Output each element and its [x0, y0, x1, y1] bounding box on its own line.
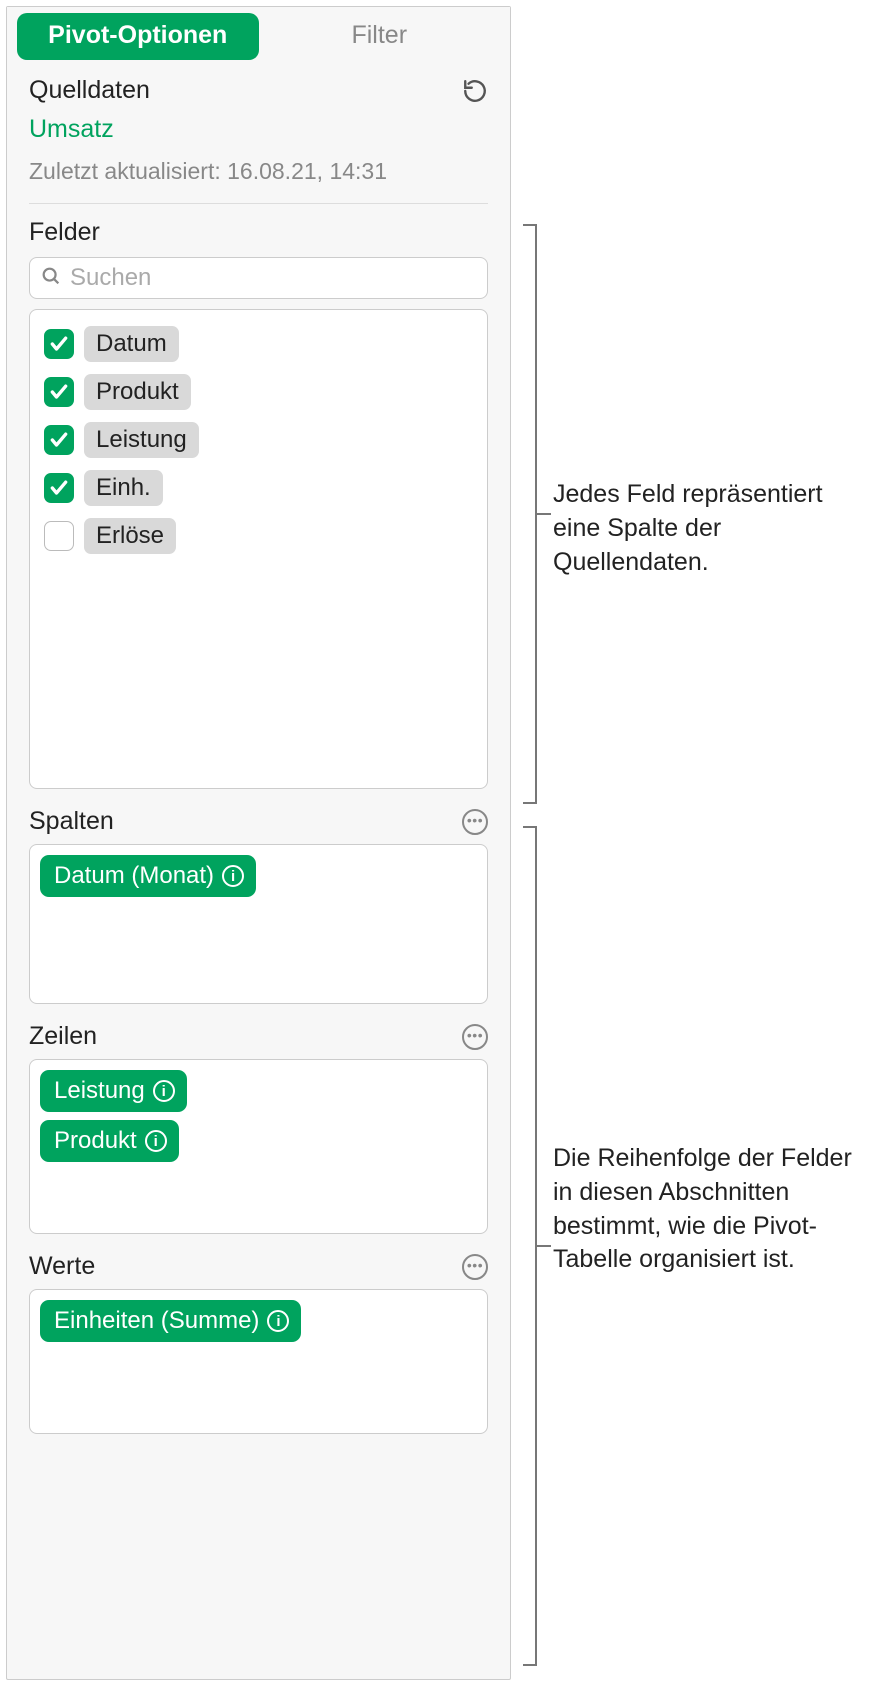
value-pill[interactable]: Einheiten (Summe) i — [40, 1300, 301, 1342]
annotation-sections: Die Reihenfolge der Felder in diesen Abs… — [553, 1142, 872, 1277]
pivot-inspector-panel: Pivot-Optionen Filter Quelldaten Umsatz … — [6, 6, 511, 1680]
pill-label: Leistung — [54, 1077, 145, 1105]
rows-heading: Zeilen — [29, 1022, 97, 1051]
search-icon — [40, 265, 62, 292]
values-well[interactable]: Einheiten (Summe) i — [29, 1289, 488, 1434]
columns-well[interactable]: Datum (Monat) i — [29, 844, 488, 1004]
info-icon[interactable]: i — [153, 1080, 175, 1102]
tab-filter[interactable]: Filter — [259, 13, 501, 60]
annotation-fields: Jedes Feld repräsentiert eine Spalte der… — [553, 478, 872, 579]
field-item[interactable]: Leistung — [40, 416, 477, 464]
columns-section: Spalten ••• Datum (Monat) i — [7, 807, 510, 1004]
tab-pivot-options[interactable]: Pivot-Optionen — [17, 13, 259, 60]
values-heading: Werte — [29, 1252, 95, 1281]
source-section: Quelldaten Umsatz Zuletzt aktualisiert: … — [7, 60, 510, 789]
field-label[interactable]: Einh. — [84, 470, 163, 506]
values-section: Werte ••• Einheiten (Summe) i — [7, 1252, 510, 1456]
refresh-icon[interactable] — [462, 78, 488, 104]
pill-label: Datum (Monat) — [54, 862, 214, 890]
field-item[interactable]: Einh. — [40, 464, 477, 512]
field-item[interactable]: Produkt — [40, 368, 477, 416]
annotation-lead — [537, 513, 551, 515]
inspector-tabs: Pivot-Optionen Filter — [7, 7, 510, 60]
row-pill[interactable]: Produkt i — [40, 1120, 179, 1162]
bracket-fields — [523, 224, 537, 804]
info-icon[interactable]: i — [145, 1130, 167, 1152]
fields-list: Datum Produkt Leistung Einh. — [29, 309, 488, 789]
info-icon[interactable]: i — [267, 1310, 289, 1332]
field-label[interactable]: Leistung — [84, 422, 199, 458]
columns-heading: Spalten — [29, 807, 114, 836]
last-updated-text: Zuletzt aktualisiert: 16.08.21, 14:31 — [29, 158, 488, 204]
rows-well[interactable]: Leistung i Produkt i — [29, 1059, 488, 1234]
values-more-icon[interactable]: ••• — [462, 1254, 488, 1280]
field-label[interactable]: Datum — [84, 326, 179, 362]
row-pill[interactable]: Leistung i — [40, 1070, 187, 1112]
annotation-lead — [537, 1245, 551, 1247]
field-checkbox[interactable] — [44, 377, 74, 407]
source-data-heading: Quelldaten — [29, 76, 150, 105]
rows-more-icon[interactable]: ••• — [462, 1024, 488, 1050]
field-item[interactable]: Datum — [40, 320, 477, 368]
fields-heading: Felder — [29, 218, 488, 247]
columns-more-icon[interactable]: ••• — [462, 809, 488, 835]
fields-search[interactable] — [29, 257, 488, 299]
rows-section: Zeilen ••• Leistung i Produkt i — [7, 1022, 510, 1234]
info-icon[interactable]: i — [222, 865, 244, 887]
pill-label: Produkt — [54, 1127, 137, 1155]
field-label[interactable]: Erlöse — [84, 518, 176, 554]
search-input[interactable] — [70, 264, 477, 292]
field-checkbox[interactable] — [44, 473, 74, 503]
field-checkbox[interactable] — [44, 521, 74, 551]
bracket-sections — [523, 826, 537, 1666]
field-label[interactable]: Produkt — [84, 374, 191, 410]
field-item[interactable]: Erlöse — [40, 512, 477, 560]
field-checkbox[interactable] — [44, 329, 74, 359]
column-pill[interactable]: Datum (Monat) i — [40, 855, 256, 897]
pill-label: Einheiten (Summe) — [54, 1307, 259, 1335]
source-data-name[interactable]: Umsatz — [29, 115, 488, 144]
field-checkbox[interactable] — [44, 425, 74, 455]
